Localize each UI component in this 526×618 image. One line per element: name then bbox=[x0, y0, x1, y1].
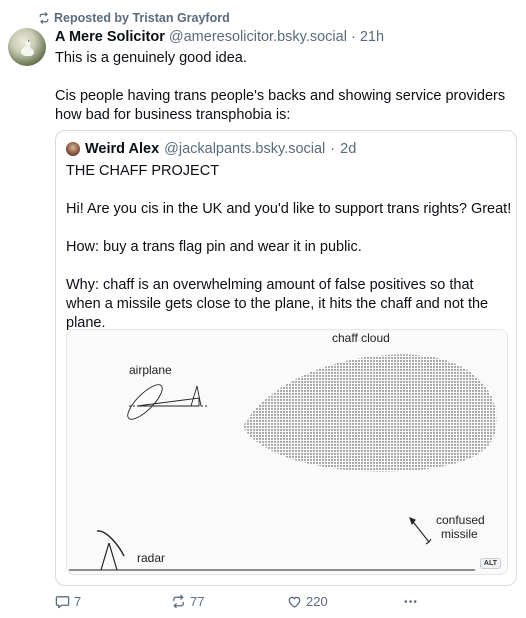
chaff-cloud-shape bbox=[243, 354, 497, 472]
airplane-label: airplane bbox=[129, 363, 172, 377]
reply-count: 7 bbox=[74, 594, 82, 609]
quoted-author-handle: @jackalpants.bsky.social bbox=[164, 141, 326, 157]
ellipsis-icon bbox=[404, 600, 417, 603]
quoted-post-image[interactable]: chaff cloud airplane confused missile ra… bbox=[66, 329, 508, 575]
post-header: A Mere Solicitor @ameresolicitor.bsky.so… bbox=[55, 29, 384, 45]
post-timestamp[interactable]: 21h bbox=[360, 29, 384, 45]
quoted-post-timestamp: 2d bbox=[340, 141, 357, 157]
author-name[interactable]: A Mere Solicitor bbox=[55, 29, 165, 45]
quoted-header-separator: · bbox=[330, 141, 336, 157]
quoted-post[interactable]: Weird Alex @jackalpants.bsky.social · 2d… bbox=[55, 130, 517, 586]
post-paragraph: This is a genuinely good idea. bbox=[55, 50, 247, 66]
post-paragraph: Cis people having trans people's backs a… bbox=[55, 88, 506, 123]
repost-indicator[interactable]: Reposted by Tristan Grayford bbox=[38, 11, 230, 25]
quoted-paragraph: Hi! Are you cis in the UK and you'd like… bbox=[66, 201, 512, 217]
swan-avatar-image bbox=[21, 40, 35, 56]
repost-icon bbox=[39, 12, 49, 24]
quoted-paragraph: THE CHAFF PROJECT bbox=[66, 163, 220, 179]
repost-label: Reposted by Tristan Grayford bbox=[54, 11, 230, 25]
more-options-button[interactable] bbox=[403, 594, 418, 609]
heart-icon bbox=[288, 596, 301, 608]
quoted-author-avatar bbox=[66, 142, 80, 156]
missile-label-line2: missile bbox=[441, 527, 478, 541]
author-avatar[interactable] bbox=[8, 28, 46, 66]
radar-drawing bbox=[96, 530, 125, 571]
missile-drawing bbox=[409, 517, 432, 545]
header-separator: · bbox=[350, 29, 356, 45]
quoted-post-header: Weird Alex @jackalpants.bsky.social · 2d bbox=[66, 141, 356, 157]
quoted-paragraph: Why: chaff is an overwhelming amount of … bbox=[66, 277, 489, 331]
chaff-cloud-label: chaff cloud bbox=[332, 331, 390, 345]
quoted-paragraph: How: buy a trans flag pin and wear it in… bbox=[66, 239, 362, 255]
missile-label-line1: confused bbox=[436, 513, 485, 527]
reply-button[interactable]: 7 bbox=[55, 594, 81, 609]
quoted-post-text: THE CHAFF PROJECT Hi! Are you cis in the… bbox=[66, 162, 512, 352]
radar-label: radar bbox=[137, 551, 165, 565]
repost-count: 77 bbox=[190, 594, 205, 609]
chaff-diagram: chaff cloud airplane confused missile ra… bbox=[69, 331, 497, 571]
reply-icon bbox=[55, 596, 70, 609]
like-button[interactable]: 220 bbox=[287, 594, 328, 609]
alt-text-badge[interactable]: ALT bbox=[479, 558, 501, 569]
airplane-drawing bbox=[127, 384, 209, 420]
author-handle[interactable]: @ameresolicitor.bsky.social bbox=[169, 29, 347, 45]
quoted-author-name: Weird Alex bbox=[85, 141, 160, 157]
repost-button[interactable]: 77 bbox=[171, 594, 204, 609]
repost-icon bbox=[173, 594, 184, 609]
like-count: 220 bbox=[306, 594, 328, 609]
post-actions: 7 77 220 bbox=[55, 594, 485, 614]
